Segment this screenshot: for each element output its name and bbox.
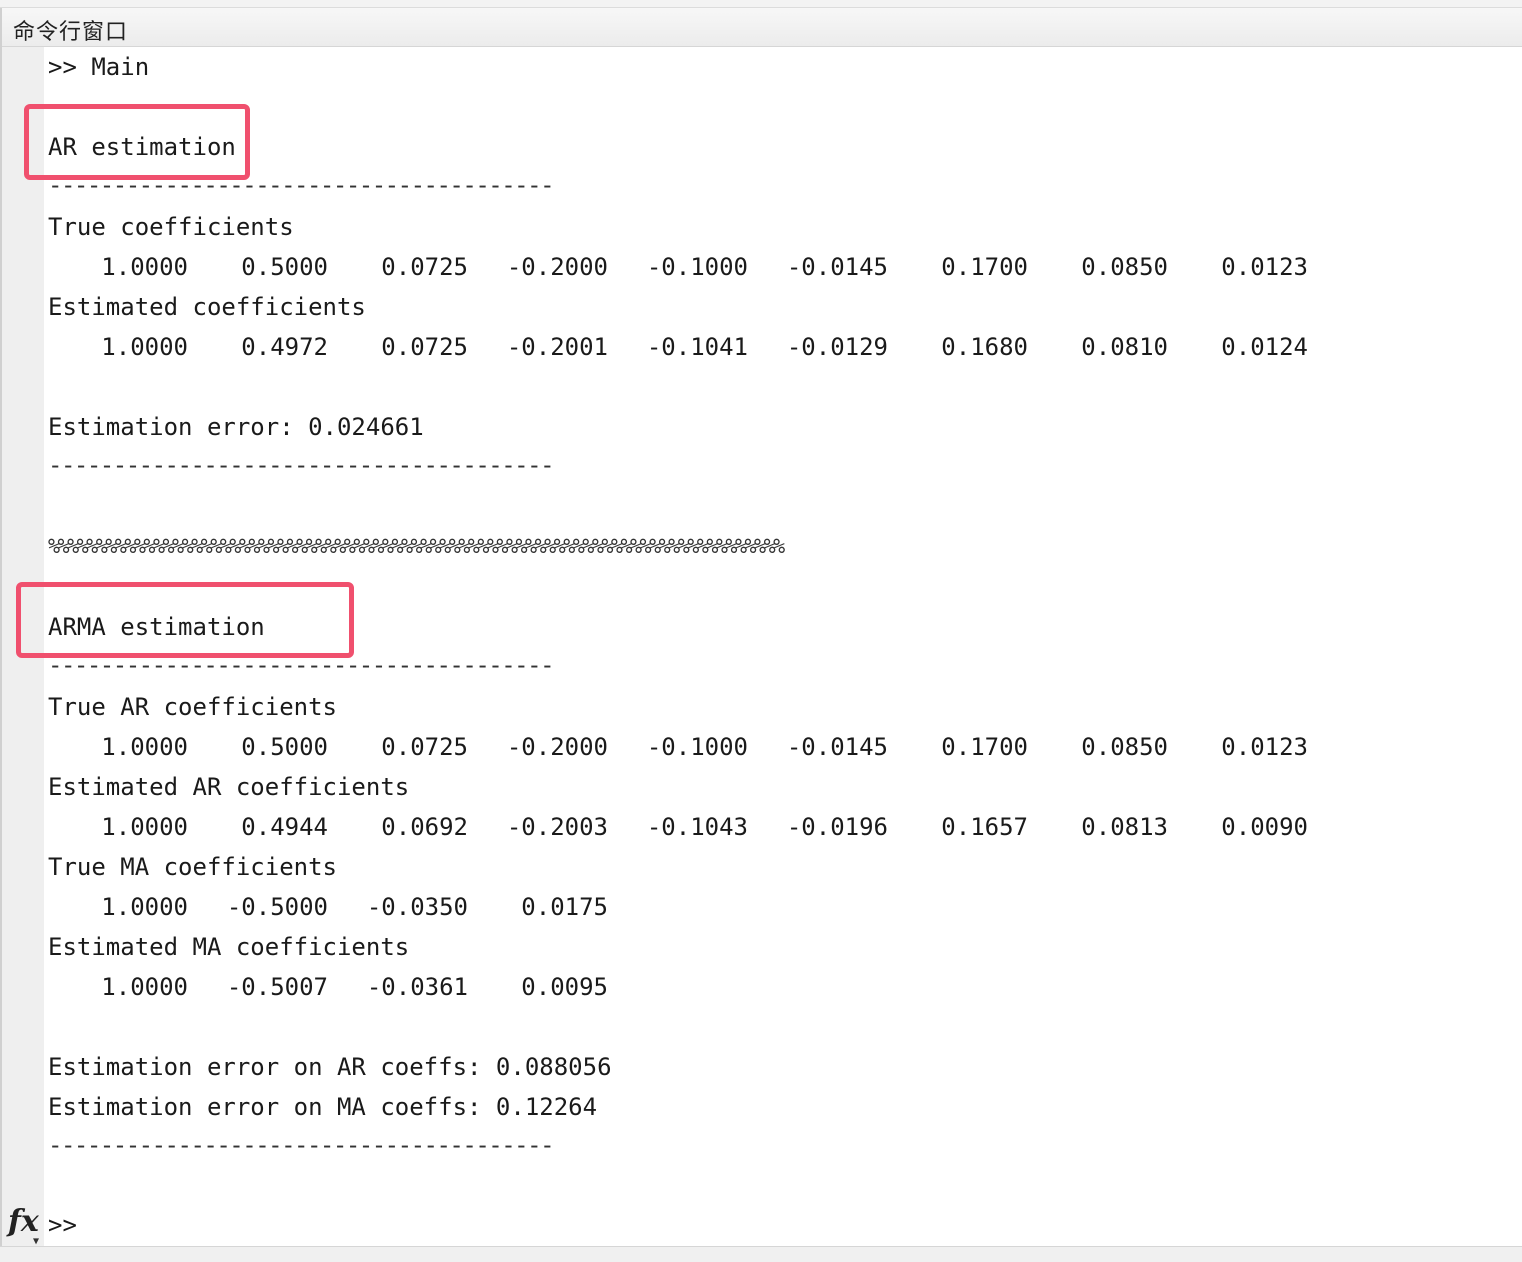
coefficient-value: -0.2000 — [506, 253, 608, 281]
ar-est-values-row: 1.0000 0.4972 0.0725 -0.2001 -0.1041 -0.0129 0… — [48, 327, 1348, 367]
arma-est-ar-values-row: 1.0000 0.4944 0.0692 -0.2003 -0.1043 -0.0196 0… — [48, 807, 1348, 847]
coefficient-value: -0.0361 — [366, 973, 468, 1001]
coefficient-value: 0.5000 — [241, 253, 328, 281]
arma-est-ma-values-row: 1.0000 -0.5007 -0.0361 0.0095 — [48, 967, 748, 1007]
coefficient-value: 1.0000 — [101, 733, 188, 761]
coefficient-value: 1.0000 — [101, 333, 188, 361]
bottom-border — [0, 1246, 1522, 1262]
coefficient-value: 0.4944 — [241, 813, 328, 841]
arma-true-ma-label: True MA coefficients — [48, 853, 337, 881]
coefficient-value: 0.0692 — [381, 813, 468, 841]
arma-true-ma-values-row: 1.0000 -0.5000 -0.0350 0.0175 — [48, 887, 748, 927]
arma-error-ma-line: Estimation error on MA coeffs: 0.12264 — [48, 1093, 598, 1121]
coefficient-value: -0.1041 — [646, 333, 748, 361]
coefficient-value: -0.2000 — [506, 733, 608, 761]
arma-true-ar-values-row: 1.0000 0.5000 0.0725 -0.2000 -0.1000 -0.0145 0… — [48, 727, 1348, 767]
coefficient-value: 0.0725 — [381, 253, 468, 281]
coefficient-value: -0.2001 — [506, 333, 608, 361]
coefficient-value: -0.0196 — [786, 813, 888, 841]
ar-true-values-row: 1.0000 0.5000 0.0725 -0.2000 -0.1000 -0.0145 0… — [48, 247, 1348, 287]
coefficient-value: 0.1657 — [941, 813, 1028, 841]
command-echo: >> Main — [48, 53, 150, 81]
coefficient-value: -0.0145 — [786, 253, 888, 281]
coefficient-value: 0.0810 — [1081, 333, 1168, 361]
coefficient-value: 0.0850 — [1081, 253, 1168, 281]
coefficient-value: 0.1700 — [941, 253, 1028, 281]
coefficient-value: -0.1000 — [646, 253, 748, 281]
arma-separator: --------------------------------------- — [48, 655, 555, 675]
arma-true-ar-label: True AR coefficients — [48, 693, 337, 721]
coefficient-value: 0.0725 — [381, 733, 468, 761]
coefficient-value: -0.1043 — [646, 813, 748, 841]
coefficient-value: 0.0095 — [521, 973, 608, 1001]
ar-separator-end: --------------------------------------- — [48, 455, 555, 475]
ar-error-line: Estimation error: 0.024661 — [48, 413, 424, 441]
coefficient-value: 1.0000 — [101, 253, 188, 281]
ar-highlight-box — [24, 104, 250, 180]
ar-true-label: True coefficients — [48, 213, 294, 241]
top-strip — [0, 0, 1522, 8]
arma-est-ma-label: Estimated MA coefficients — [48, 933, 410, 961]
fx-icon[interactable]: fx — [8, 1204, 39, 1239]
coefficient-value: 0.0813 — [1081, 813, 1168, 841]
coefficient-value: -0.5000 — [226, 893, 328, 921]
coefficient-value: 0.0124 — [1221, 333, 1308, 361]
percent-separator: %%%%%%%%%%%%%%%%%%%%%%%%%%%%%%%%%%%%%%%%… — [48, 534, 785, 558]
coefficient-value: 0.4972 — [241, 333, 328, 361]
window-title: 命令行窗口 — [13, 20, 129, 45]
command-window: 命令行窗口 >> Main AR estimation ------------… — [0, 0, 1522, 1262]
coefficient-value: 0.0725 — [381, 333, 468, 361]
coefficient-value: 0.0123 — [1221, 733, 1308, 761]
coefficient-value: 0.1700 — [941, 733, 1028, 761]
coefficient-value: 0.1680 — [941, 333, 1028, 361]
coefficient-value: 0.0090 — [1221, 813, 1308, 841]
coefficient-value: -0.2003 — [506, 813, 608, 841]
arma-est-ar-label: Estimated AR coefficients — [48, 773, 410, 801]
ar-est-label: Estimated coefficients — [48, 293, 366, 321]
arma-highlight-box — [16, 582, 354, 658]
coefficient-value: 1.0000 — [101, 813, 188, 841]
coefficient-value: -0.1000 — [646, 733, 748, 761]
coefficient-value: -0.0129 — [786, 333, 888, 361]
coefficient-value: 1.0000 — [101, 893, 188, 921]
title-bar[interactable]: 命令行窗口 — [0, 8, 1522, 47]
coefficient-value: 0.0175 — [521, 893, 608, 921]
command-prompt[interactable]: >> — [48, 1205, 77, 1245]
coefficient-value: 0.0850 — [1081, 733, 1168, 761]
coefficient-value: -0.0350 — [366, 893, 468, 921]
coefficient-value: 0.5000 — [241, 733, 328, 761]
coefficient-value: 0.0123 — [1221, 253, 1308, 281]
arma-error-ar-line: Estimation error on AR coeffs: 0.088056 — [48, 1053, 612, 1081]
coefficient-value: 1.0000 — [101, 973, 188, 1001]
coefficient-value: -0.0145 — [786, 733, 888, 761]
coefficient-value: -0.5007 — [226, 973, 328, 1001]
arma-separator-end: --------------------------------------- — [48, 1135, 555, 1155]
